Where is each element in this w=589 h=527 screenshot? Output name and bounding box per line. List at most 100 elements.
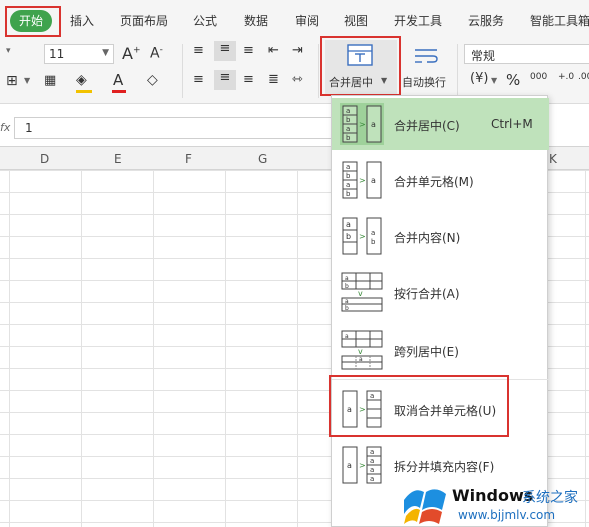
increase-indent-icon[interactable]: ⇥	[292, 43, 303, 58]
svg-text:a: a	[370, 448, 374, 456]
align-top-icon[interactable]: ≡	[193, 43, 204, 58]
watermark-brand-cn: 系统之家	[522, 490, 578, 506]
column-header-e[interactable]: E	[114, 152, 122, 166]
increase-decimal-icon[interactable]: +.0	[558, 72, 574, 82]
percent-icon[interactable]: %	[506, 71, 520, 89]
svg-text:a: a	[346, 220, 351, 229]
fill-color-icon[interactable]: ◈	[76, 72, 87, 88]
svg-text:b: b	[371, 238, 376, 246]
split-fill-icon: a > a a a a	[342, 446, 382, 484]
decrease-decimal-icon[interactable]: .00	[578, 72, 589, 82]
chevron-down-icon[interactable]: ▼	[491, 76, 497, 85]
distributed-icon[interactable]: ⇿	[292, 72, 303, 87]
chevron-down-icon: ▼	[102, 48, 109, 58]
border-icon[interactable]: ⊞	[6, 73, 18, 89]
eraser-icon[interactable]: ◇	[147, 72, 158, 88]
tab-smart-toolbox[interactable]: 智能工具箱	[530, 12, 589, 29]
cell-style-icon[interactable]: ▦	[44, 73, 56, 88]
tab-developer[interactable]: 开发工具	[394, 12, 442, 29]
separator	[182, 44, 183, 98]
font-name-chevron-icon[interactable]: ▾	[6, 46, 11, 56]
thousands-icon[interactable]: 000	[530, 72, 547, 82]
number-format-value: 常规	[471, 49, 496, 63]
svg-text:a: a	[346, 107, 350, 115]
merge-by-row-icon: a b v a b	[341, 272, 383, 312]
tab-review[interactable]: 审阅	[295, 12, 319, 29]
menu-item-merge-center[interactable]: a b a b > a 合并居中(C) Ctrl+M	[332, 98, 549, 150]
number-format-select[interactable]: 常规	[464, 44, 589, 64]
separator	[457, 44, 458, 98]
svg-text:a: a	[345, 333, 349, 340]
font-color-icon[interactable]: A	[113, 71, 123, 89]
svg-text:>: >	[359, 461, 366, 470]
svg-text:a: a	[346, 181, 350, 189]
chevron-down-icon[interactable]: ▼	[24, 76, 30, 85]
svg-text:b: b	[346, 116, 351, 124]
svg-text:a: a	[371, 176, 376, 185]
tab-data[interactable]: 数据	[244, 12, 268, 29]
wrap-text-icon	[415, 49, 438, 63]
svg-text:a: a	[371, 229, 375, 237]
svg-text:b: b	[346, 232, 351, 241]
merge-button-highlight	[320, 36, 401, 96]
svg-text:a: a	[359, 356, 363, 363]
menu-item-label: 合并居中(C)	[394, 119, 460, 133]
menu-item-merge-cells[interactable]: a b a b > a 合并单元格(M)	[332, 154, 549, 206]
svg-text:a: a	[347, 461, 352, 470]
menu-item-shortcut: Ctrl+M	[491, 117, 533, 131]
svg-text:a: a	[346, 163, 350, 171]
svg-text:b: b	[345, 283, 349, 290]
svg-text:>: >	[359, 120, 366, 129]
currency-icon[interactable]: (¥)	[470, 71, 488, 86]
tab-insert[interactable]: 插入	[70, 12, 94, 29]
svg-text:>: >	[359, 232, 366, 241]
align-middle-icon[interactable]: ≡	[214, 41, 236, 61]
watermark: Windows 系统之家 www.bjjmlv.com	[400, 480, 589, 527]
menu-item-center-across[interactable]: a v a 跨列居中(E)	[332, 324, 549, 376]
menu-item-merge-by-row[interactable]: a b v a b 按行合并(A)	[332, 266, 549, 318]
svg-text:b: b	[346, 190, 351, 198]
svg-text:>: >	[359, 176, 366, 185]
formula-input[interactable]: 1	[14, 117, 334, 139]
column-header-g[interactable]: G	[258, 152, 267, 166]
center-across-icon: a v a	[341, 330, 383, 370]
justify-icon[interactable]: ≣	[268, 72, 279, 87]
font-color-swatch	[112, 90, 126, 93]
menu-item-merge-content[interactable]: a b > a b 合并内容(N)	[332, 210, 549, 262]
svg-text:a: a	[371, 120, 376, 129]
svg-text:a: a	[345, 275, 349, 282]
menu-item-label: 合并内容(N)	[394, 231, 461, 245]
font-grow-icon[interactable]: A+	[122, 44, 141, 63]
tab-cloud[interactable]: 云服务	[468, 12, 504, 29]
align-left-icon[interactable]: ≡	[193, 72, 204, 87]
fx-icon[interactable]: fx	[0, 121, 10, 134]
wrap-text-label: 自动换行	[402, 76, 446, 89]
svg-text:a: a	[370, 475, 374, 483]
svg-text:b: b	[345, 305, 349, 312]
align-center-icon[interactable]: ≡	[214, 70, 236, 90]
align-right-icon[interactable]: ≡	[243, 72, 254, 87]
font-shrink-icon[interactable]: A-	[150, 45, 163, 62]
column-header-d[interactable]: D	[40, 152, 49, 166]
ribbon-tabs: 开始 插入 页面布局 公式 数据 审阅 视图 开发工具 云服务 智能工具箱	[0, 0, 589, 38]
menu-item-label: 拆分并填充内容(F)	[394, 460, 495, 474]
tab-page-layout[interactable]: 页面布局	[120, 12, 168, 29]
wrap-text-button[interactable]: 自动换行	[400, 40, 456, 94]
windows-logo-icon	[404, 489, 446, 524]
unmerge-highlight	[329, 375, 509, 437]
merge-dropdown-menu: a b a b > a 合并居中(C) Ctrl+M a b a b > a 合…	[331, 95, 549, 527]
decrease-indent-icon[interactable]: ⇤	[268, 43, 279, 58]
formula-value: 1	[25, 121, 33, 135]
font-size-value: 11	[49, 47, 65, 61]
menu-item-label: 按行合并(A)	[394, 287, 460, 301]
column-header-f[interactable]: F	[185, 152, 192, 166]
tab-formulas[interactable]: 公式	[193, 12, 217, 29]
column-header-k[interactable]: K	[549, 152, 557, 166]
align-bottom-icon[interactable]: ≡	[243, 43, 254, 58]
svg-text:a: a	[346, 125, 350, 133]
merge-content-icon: a b > a b	[342, 217, 382, 255]
fill-color-swatch	[76, 90, 92, 93]
watermark-url: www.bjjmlv.com	[458, 508, 556, 522]
font-size-select[interactable]: 11 ▼	[44, 44, 114, 64]
tab-view[interactable]: 视图	[344, 12, 368, 29]
